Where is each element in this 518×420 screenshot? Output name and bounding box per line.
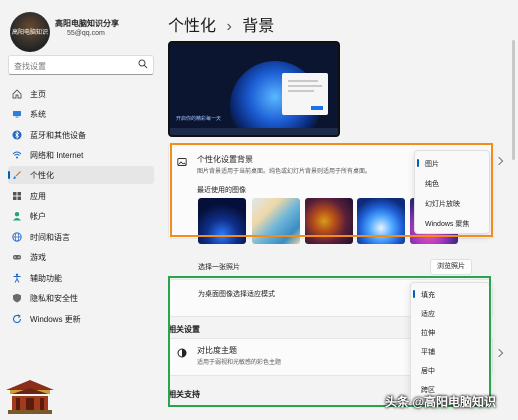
sidebar-item-privacy[interactable]: 隐私和安全性	[8, 289, 154, 307]
highlight-box-background	[170, 143, 493, 237]
avatar-logo-text: 高阳电脑知识	[11, 30, 48, 36]
gamepad-icon	[13, 255, 21, 260]
sidebar-item-label: 主页	[30, 90, 46, 99]
search-input[interactable]	[9, 58, 134, 75]
sidebar-item-gaming[interactable]: 游戏	[8, 248, 154, 266]
chevron-right-icon[interactable]	[494, 348, 504, 358]
scrollbar[interactable]	[512, 40, 515, 160]
page-title: 个性化 › 背景	[168, 12, 274, 36]
sidebar-item-label: 网络和 Internet	[30, 151, 84, 160]
sidebar-item-label: 应用	[30, 192, 46, 201]
sidebar-item-network[interactable]: 网络和 Internet	[8, 146, 154, 164]
sidebar-item-windows-update[interactable]: Windows 更新	[8, 310, 154, 328]
brush-icon	[13, 171, 21, 180]
system-icon	[13, 111, 21, 118]
sidebar-item-label: 蓝牙和其他设备	[30, 131, 86, 140]
watermark: 头条 @高阳电脑知识	[385, 395, 497, 409]
search-icon[interactable]	[138, 59, 148, 69]
sidebar-item-apps[interactable]: 应用	[8, 187, 154, 205]
sidebar-item-system[interactable]: 系统	[8, 105, 154, 123]
sidebar-item-home[interactable]: 主页	[8, 85, 154, 103]
chevron-down-icon[interactable]	[494, 156, 504, 166]
home-icon	[12, 89, 22, 99]
breadcrumb-parent[interactable]: 个性化	[168, 18, 216, 35]
breadcrumb-current: 背景	[242, 18, 275, 35]
sidebar-item-label: 系统	[30, 110, 46, 119]
sidebar-item-time-language[interactable]: 时间和语言	[8, 228, 154, 246]
sidebar-item-personalization[interactable]: 个性化	[8, 166, 154, 184]
preview-window	[282, 73, 328, 115]
sidebar: 高阳电脑知识 高阳电脑知识分享 55@qq.com 主页 系统 蓝牙和其他设备 …	[0, 0, 160, 420]
sidebar-item-label: 隐私和安全性	[30, 294, 78, 303]
shield-icon	[13, 293, 21, 303]
accessibility-icon	[13, 273, 21, 283]
pavilion-logo	[6, 380, 54, 414]
highlight-box-fit-mode	[168, 276, 491, 407]
preview-taskbar	[170, 128, 338, 135]
desktop-preview: 开启你的精彩每一天	[168, 41, 340, 137]
account-icon	[13, 212, 21, 221]
globe-icon	[12, 232, 22, 242]
choose-photo-label: 选择一张照片	[198, 264, 240, 271]
user-name: 高阳电脑知识分享	[55, 19, 119, 28]
sidebar-item-label: 个性化	[30, 171, 54, 180]
sidebar-item-label: 辅助功能	[30, 274, 62, 283]
selection-indicator	[8, 171, 10, 179]
sidebar-item-accounts[interactable]: 帐户	[8, 207, 154, 225]
update-icon	[12, 314, 22, 323]
sidebar-item-label: 帐户	[30, 212, 46, 221]
sidebar-item-label: 游戏	[30, 253, 46, 262]
breadcrumb-separator: ›	[226, 18, 232, 35]
search-box[interactable]	[8, 55, 154, 75]
apps-icon	[13, 192, 21, 200]
sidebar-item-label: Windows 更新	[30, 315, 81, 324]
browse-photos-button[interactable]: 浏览照片	[430, 259, 472, 275]
sidebar-item-label: 时间和语言	[30, 233, 70, 242]
bluetooth-icon	[12, 130, 22, 140]
avatar[interactable]: 高阳电脑知识	[10, 12, 50, 52]
preview-caption: 开启你的精彩每一天	[176, 116, 222, 122]
wifi-icon	[12, 151, 22, 159]
user-email: 55@qq.com	[67, 30, 105, 37]
sidebar-item-bluetooth[interactable]: 蓝牙和其他设备	[8, 126, 154, 144]
sidebar-item-accessibility[interactable]: 辅助功能	[8, 269, 154, 287]
